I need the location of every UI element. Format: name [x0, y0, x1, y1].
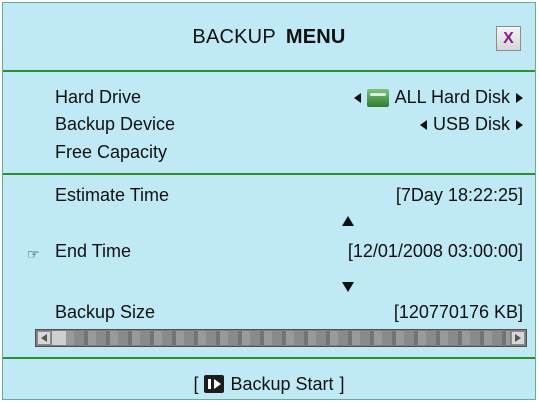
arrow-up-icon[interactable]	[342, 216, 354, 226]
pointer-hand-icon: ☞	[27, 246, 40, 262]
hard-drive-value: ALL Hard Disk	[394, 87, 510, 107]
start-prefix: [	[193, 373, 199, 394]
separator-middle	[3, 173, 535, 175]
backup-progress-bar	[35, 329, 527, 347]
backup-start-row: [ Backup Start ]	[3, 370, 535, 398]
progress-fill	[52, 331, 66, 345]
backup-start-label: Backup Start	[230, 373, 334, 394]
progress-right-button[interactable]	[511, 331, 525, 345]
progress-track	[52, 331, 510, 345]
estimate-time-label: Estimate Time	[55, 185, 170, 205]
backup-size-label: Backup Size	[55, 302, 156, 322]
backup-menu-window: BACKUP MENU X Hard Drive ALL Hard Disk B…	[2, 2, 536, 400]
close-icon: X	[503, 29, 514, 47]
backup-size-value: [120770176 KB]	[393, 302, 523, 322]
chevron-right-icon[interactable]	[516, 119, 523, 130]
title-left: BACKUP	[192, 25, 276, 48]
backup-device-selector[interactable]: USB Disk	[419, 114, 523, 135]
hard-drive-label: Hard Drive	[55, 87, 142, 107]
hard-drive-selector[interactable]: ALL Hard Disk	[353, 87, 523, 108]
backup-start-button[interactable]: Backup Start	[204, 373, 334, 395]
play-pause-icon	[204, 375, 225, 393]
chevron-right-icon[interactable]	[516, 92, 523, 103]
backup-device-label: Backup Device	[55, 114, 176, 134]
backup-device-value: USB Disk	[432, 114, 510, 134]
end-time-value[interactable]: [12/01/2008 03:00:00]	[348, 241, 523, 262]
chevron-right-icon	[515, 334, 521, 342]
chevron-left-icon	[41, 334, 47, 342]
chevron-left-icon[interactable]	[353, 92, 361, 103]
separator-bottom	[3, 357, 535, 359]
hdd-icon	[366, 88, 389, 107]
separator-top	[3, 70, 535, 72]
start-suffix: ]	[339, 373, 345, 394]
window-title: BACKUP MENU	[3, 9, 535, 65]
end-time-label: End Time	[55, 241, 132, 261]
close-button[interactable]: X	[496, 26, 521, 51]
progress-left-button[interactable]	[37, 331, 51, 345]
estimate-time-value: [7Day 18:22:25]	[395, 185, 523, 205]
free-capacity-label: Free Capacity	[55, 142, 168, 162]
arrow-down-icon[interactable]	[342, 282, 354, 292]
title-right: MENU	[285, 25, 346, 48]
chevron-left-icon[interactable]	[419, 119, 427, 130]
